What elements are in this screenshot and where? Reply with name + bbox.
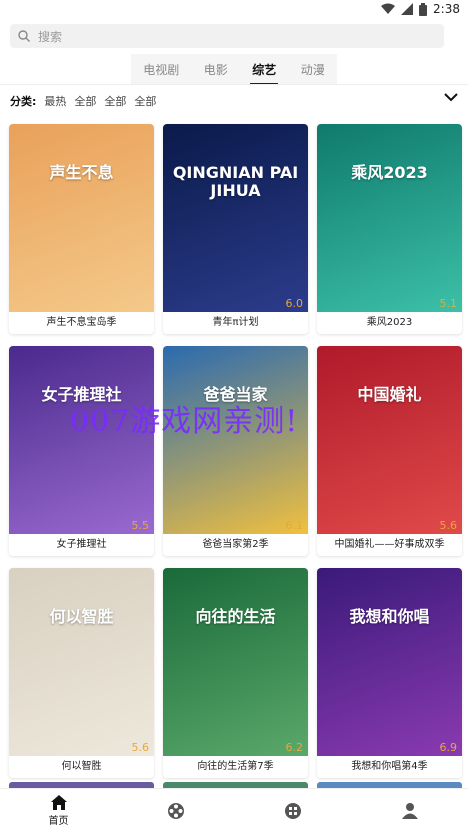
grid-icon bbox=[284, 802, 301, 819]
poster-title: 中国婚礼 bbox=[357, 385, 422, 404]
signal-icon bbox=[401, 3, 414, 15]
poster-image: 何以智胜 5.6 bbox=[9, 568, 154, 756]
home-icon bbox=[50, 794, 67, 810]
poster-image: 我想和你唱 6.9 bbox=[317, 568, 462, 756]
search-bar[interactable]: 搜索 bbox=[10, 24, 444, 48]
filter-year[interactable]: 全部 bbox=[104, 93, 126, 109]
show-card[interactable]: 声生不息声生不息宝岛季 bbox=[9, 124, 154, 334]
poster-title: 乘风2023 bbox=[351, 163, 428, 182]
show-card[interactable]: 何以智胜 5.6 何以智胜 bbox=[9, 568, 154, 778]
show-card[interactable]: 乘风2023 5.1 乘风2023 bbox=[317, 124, 462, 334]
chevron-down-icon[interactable] bbox=[444, 92, 458, 102]
score-badge: 5.5 bbox=[131, 519, 150, 532]
tab-variety[interactable]: 综艺 bbox=[248, 61, 280, 85]
poster-image: 向往的生活 6.2 bbox=[163, 568, 308, 756]
filter-sort[interactable]: 最热 bbox=[44, 93, 66, 109]
bottom-nav: 首页 bbox=[0, 788, 468, 832]
poster-title: QINGNIAN PAI JIHUA bbox=[172, 163, 299, 201]
nav-profile[interactable] bbox=[380, 802, 440, 819]
filter-region[interactable]: 全部 bbox=[74, 93, 96, 109]
poster-image: 女子推理社 5.5 bbox=[9, 346, 154, 534]
status-bar: 2:38 bbox=[0, 0, 468, 20]
poster-title: 何以智胜 bbox=[49, 607, 114, 626]
poster-title: 我想和你唱 bbox=[349, 607, 430, 626]
status-icons: 2:38 bbox=[381, 2, 460, 16]
score-badge: 6.2 bbox=[285, 741, 304, 754]
card-title: 声生不息宝岛季 bbox=[46, 317, 117, 328]
score-badge: 6.1 bbox=[285, 519, 304, 532]
watermark-text: 007游戏网亲测! bbox=[70, 404, 299, 439]
battery-icon bbox=[419, 2, 428, 16]
film-reel-icon bbox=[167, 802, 184, 819]
tab-anime[interactable]: 动漫 bbox=[297, 61, 329, 78]
score-badge: 6.0 bbox=[285, 297, 304, 310]
nav-home[interactable]: 首页 bbox=[29, 794, 89, 827]
poster-title: 向往的生活 bbox=[195, 607, 276, 626]
nav-film[interactable] bbox=[146, 802, 206, 820]
card-title: 青年π计划 bbox=[212, 317, 259, 328]
tab-movies[interactable]: 电影 bbox=[200, 61, 232, 78]
user-icon bbox=[401, 803, 418, 819]
filter-label: 分类: bbox=[10, 95, 37, 108]
tab-tv-series[interactable]: 电视剧 bbox=[139, 61, 183, 78]
poster-image: 中国婚礼 5.6 bbox=[317, 346, 462, 534]
filter-type[interactable]: 全部 bbox=[134, 93, 156, 109]
show-card[interactable]: 爸爸当家 6.1 爸爸当家第2季 bbox=[163, 346, 308, 556]
card-title: 我想和你唱第4季 bbox=[351, 761, 428, 772]
card-title: 女子推理社 bbox=[56, 539, 107, 550]
card-title: 向往的生活第7季 bbox=[197, 761, 274, 772]
divider bbox=[0, 84, 468, 85]
poster-image: 声生不息 bbox=[9, 124, 154, 312]
poster-image: 乘风2023 5.1 bbox=[317, 124, 462, 312]
show-card[interactable]: 我想和你唱 6.9 我想和你唱第4季 bbox=[317, 568, 462, 778]
card-title: 爸爸当家第2季 bbox=[202, 539, 269, 550]
search-icon bbox=[18, 30, 30, 42]
show-card[interactable]: 向往的生活 6.2 向往的生活第7季 bbox=[163, 568, 308, 778]
nav-home-label: 首页 bbox=[48, 815, 69, 827]
show-grid: 声生不息声生不息宝岛季 QINGNIAN PAI JIHUA 6.0 青年π计划 乘… bbox=[9, 124, 462, 778]
show-card[interactable]: 中国婚礼 5.6 中国婚礼——好事成双季 bbox=[317, 346, 462, 556]
score-badge: 6.9 bbox=[439, 741, 458, 754]
score-badge: 5.1 bbox=[439, 297, 458, 310]
card-title: 乘风2023 bbox=[366, 317, 413, 328]
status-time: 2:38 bbox=[433, 2, 460, 16]
show-card[interactable]: 女子推理社 5.5 女子推理社 bbox=[9, 346, 154, 556]
card-title: 中国婚礼——好事成双季 bbox=[334, 539, 445, 550]
nav-categories[interactable] bbox=[263, 802, 323, 820]
score-badge: 5.6 bbox=[131, 741, 150, 754]
poster-image: QINGNIAN PAI JIHUA 6.0 bbox=[163, 124, 308, 312]
wifi-icon bbox=[381, 3, 396, 14]
card-title: 何以智胜 bbox=[61, 761, 102, 772]
poster-image: 爸爸当家 6.1 bbox=[163, 346, 308, 534]
score-badge: 5.6 bbox=[439, 519, 458, 532]
category-tabs: 电视剧 电影 综艺 动漫 bbox=[131, 54, 337, 85]
filter-bar: 分类: 最热 全部 全部 全部 bbox=[10, 90, 460, 112]
show-card[interactable]: QINGNIAN PAI JIHUA 6.0 青年π计划 bbox=[163, 124, 308, 334]
search-input[interactable]: 搜索 bbox=[38, 28, 62, 45]
poster-title: 声生不息 bbox=[49, 163, 114, 182]
